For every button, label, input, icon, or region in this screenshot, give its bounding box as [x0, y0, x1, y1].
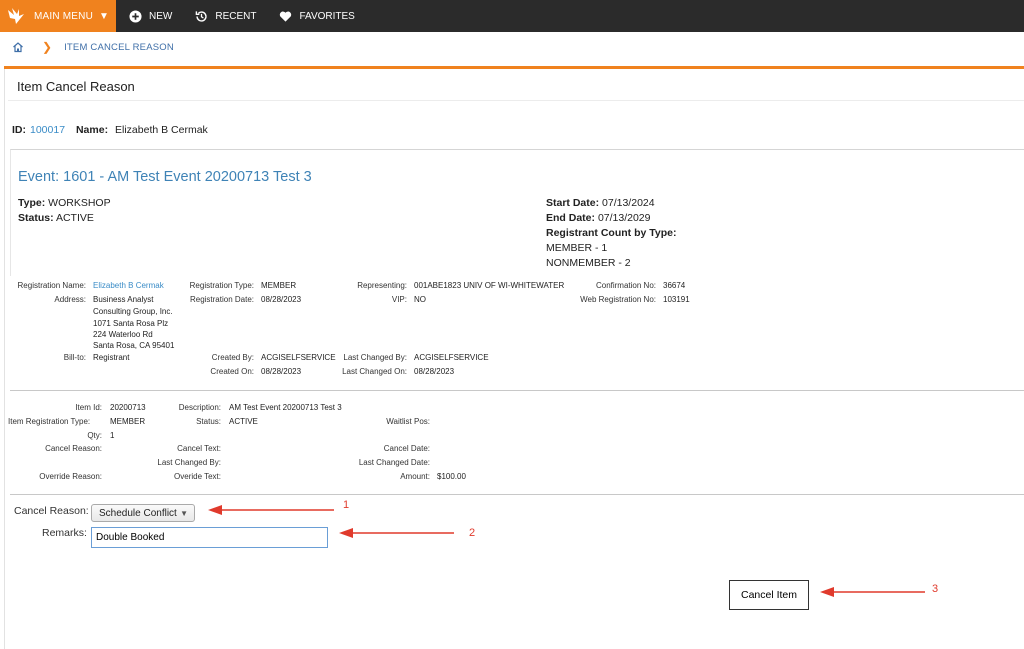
annotation-label-1: 1: [343, 499, 350, 511]
annotation-overlay: [208, 505, 925, 597]
annotation-arrow-1: [208, 505, 334, 515]
annotation-arrow-3: [820, 587, 925, 597]
annotation-label-3: 3: [932, 583, 939, 595]
annotation-arrow-2: [339, 528, 454, 538]
annotation-label-2: 2: [469, 527, 476, 539]
